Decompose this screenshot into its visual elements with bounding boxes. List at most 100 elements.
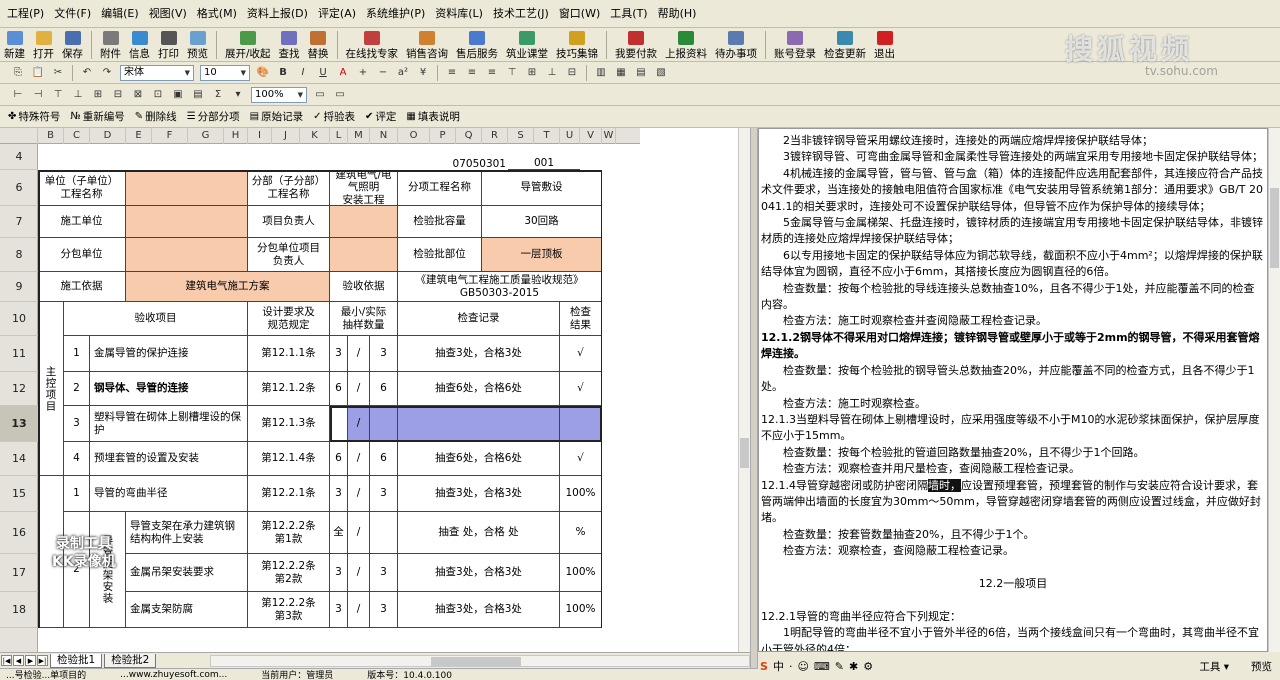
border-1-icon[interactable]: ▥	[593, 65, 609, 81]
corner-cell[interactable]	[0, 128, 38, 144]
column-header[interactable]: O	[398, 128, 430, 144]
toolbar-button-13[interactable]: 筑业课堂	[502, 29, 552, 61]
ime-icon-1[interactable]: 中	[773, 658, 784, 674]
preview-button[interactable]: 预览	[1243, 657, 1280, 676]
pane-splitter[interactable]	[750, 128, 758, 668]
align-top-icon[interactable]: ⊤	[504, 65, 520, 81]
zoom-select[interactable]: 100% ▼	[251, 86, 307, 103]
menu-item-12[interactable]: 帮助(H)	[653, 0, 702, 28]
form-tool-1[interactable]: № 重新编号	[70, 109, 124, 124]
item-result[interactable]: √	[560, 442, 602, 476]
font-size-select[interactable]: 10 ▼	[200, 64, 250, 81]
item-actual-sample[interactable]: 3	[370, 336, 398, 372]
form-tool-6[interactable]: ✔ 评定	[365, 109, 396, 124]
batch-location-value[interactable]: 一层顶板	[482, 238, 602, 272]
last-sheet-icon[interactable]: ▶|	[37, 655, 48, 666]
row-header[interactable]: 15	[0, 476, 38, 512]
bracket-record[interactable]: 抽查 处，合格 处	[398, 512, 560, 554]
scroll-thumb[interactable]	[740, 438, 749, 468]
row-header[interactable]: 7	[0, 206, 38, 238]
toolbar-button-9[interactable]: 替换	[304, 29, 333, 61]
project-manager-value[interactable]	[330, 206, 398, 238]
unit-name-value[interactable]	[126, 170, 248, 206]
merge-cells-icon[interactable]: ⊟	[564, 65, 580, 81]
column-header[interactable]: V	[580, 128, 602, 144]
align-middle-icon[interactable]: ⊞	[524, 65, 540, 81]
align-right-icon[interactable]: ≡	[484, 65, 500, 81]
first-sheet-icon[interactable]: |◀	[1, 655, 12, 666]
sheet-tab-2[interactable]: 检验批2	[104, 653, 157, 668]
row-header[interactable]: 12	[0, 372, 38, 406]
item-record[interactable]: 抽查3处，合格3处	[398, 336, 560, 372]
column-header[interactable]: W	[602, 128, 616, 144]
delete-row-icon[interactable]: −	[375, 65, 391, 81]
toolbar-button-8[interactable]: 查找	[275, 29, 304, 61]
form-tool-2[interactable]: ✎ 删除线	[135, 109, 177, 124]
insert-row-icon[interactable]: +	[355, 65, 371, 81]
border-3-icon[interactable]: ▤	[633, 65, 649, 81]
bracket-record[interactable]: 抽查3处，合格3处	[398, 592, 560, 628]
column-header[interactable]: E	[126, 128, 152, 144]
underline-icon[interactable]: U	[315, 65, 331, 81]
general-record[interactable]: 抽查3处，合格3处	[398, 476, 560, 512]
toolbar-button-16[interactable]: 上报资料	[661, 29, 711, 61]
item-actual-sample[interactable]: 6	[370, 442, 398, 476]
column-header[interactable]: Q	[456, 128, 482, 144]
bracket-actual[interactable]: 3	[370, 554, 398, 592]
toolbar-button-10[interactable]: 在线找专家	[342, 29, 403, 61]
toolbar-button-20[interactable]: 退出	[870, 29, 899, 61]
toolbar-button-2[interactable]: 保存	[58, 29, 87, 61]
row-header[interactable]: 17	[0, 554, 38, 592]
row-header[interactable]: 4	[0, 144, 38, 170]
toolbar-button-12[interactable]: 售后服务	[452, 29, 502, 61]
ime-icon-7[interactable]: ⚙	[863, 660, 873, 673]
font-color-icon[interactable]: 🎨	[255, 65, 271, 81]
ime-icon-5[interactable]: ✎	[835, 660, 844, 673]
table-tool-2-icon[interactable]: ⊣	[30, 87, 46, 103]
item-record[interactable]	[398, 406, 560, 442]
bracket-min[interactable]: 3	[330, 554, 348, 592]
toolbar-button-6[interactable]: 预览	[183, 29, 212, 61]
column-header[interactable]: M	[348, 128, 370, 144]
item-record[interactable]: 抽查6处，合格6处	[398, 442, 560, 476]
bracket-actual[interactable]	[370, 512, 398, 554]
text-color-icon[interactable]: A	[335, 65, 351, 81]
column-header[interactable]: P	[430, 128, 456, 144]
tools-button[interactable]: 工具 ▾	[1191, 657, 1237, 676]
table-tool-6-icon[interactable]: ⊟	[110, 87, 126, 103]
doc-scroll-thumb[interactable]	[1270, 188, 1279, 268]
bracket-record[interactable]: 抽查3处，合格3处	[398, 554, 560, 592]
undo-icon[interactable]: ↶	[79, 65, 95, 81]
toolbar-button-0[interactable]: 新建	[0, 29, 29, 61]
column-header[interactable]: G	[188, 128, 224, 144]
toolbar-button-14[interactable]: 技巧集锦	[552, 29, 602, 61]
item-min-sample[interactable]: 6	[330, 372, 348, 406]
table-tool-10-icon[interactable]: ▤	[190, 87, 206, 103]
construction-basis-value[interactable]: 建筑电气施工方案	[126, 272, 330, 302]
table-tool-4-icon[interactable]: ⊥	[70, 87, 86, 103]
menu-item-10[interactable]: 窗口(W)	[554, 0, 605, 28]
form-tool-0[interactable]: ✤ 特殊符号	[8, 109, 60, 124]
general-min[interactable]: 3	[330, 476, 348, 512]
paste-icon[interactable]: 📋	[30, 65, 46, 81]
item-actual-sample[interactable]: 6	[370, 372, 398, 406]
sheet-tab-1[interactable]: 检验批1	[50, 653, 103, 668]
table-tool-3-icon[interactable]: ⊤	[50, 87, 66, 103]
sub-manager-value[interactable]	[330, 238, 398, 272]
menu-item-11[interactable]: 工具(T)	[605, 0, 652, 28]
row-header[interactable]: 14	[0, 442, 38, 476]
row-header[interactable]: 10	[0, 302, 38, 336]
menu-item-6[interactable]: 评定(A)	[313, 0, 361, 28]
italic-icon[interactable]: I	[295, 65, 311, 81]
rmb-icon[interactable]: ¥	[415, 65, 431, 81]
align-left-icon[interactable]: ≡	[444, 65, 460, 81]
toolbar-button-5[interactable]: 打印	[154, 29, 183, 61]
copy-icon[interactable]: ⎘	[10, 65, 26, 81]
contractor-value[interactable]	[126, 206, 248, 238]
column-header[interactable]: H	[224, 128, 248, 144]
ime-icon-2[interactable]: ·	[789, 660, 793, 673]
menu-item-7[interactable]: 系统维护(P)	[361, 0, 430, 28]
table-tool-11-icon[interactable]: ▾	[230, 87, 246, 103]
item-actual-sample[interactable]	[370, 406, 398, 442]
item-result[interactable]	[560, 406, 602, 442]
